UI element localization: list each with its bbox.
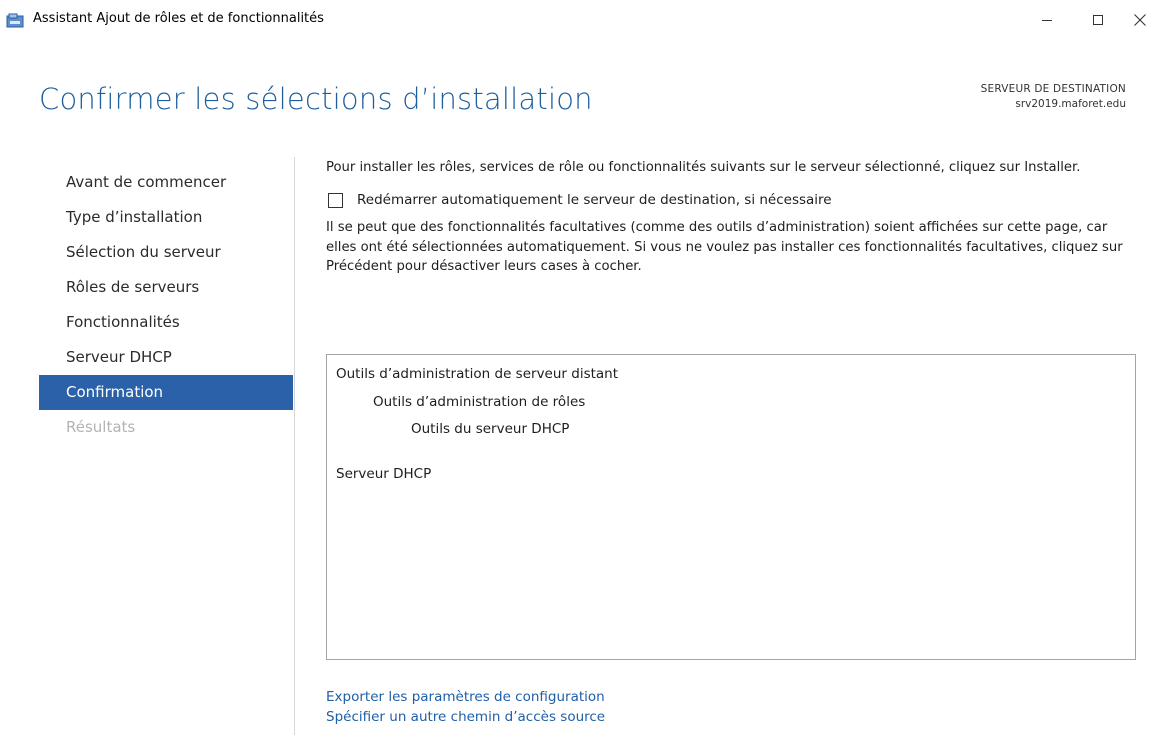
list-item: Serveur DHCP [336,466,432,482]
selections-list: Outils d’administration de serveur dista… [326,354,1136,660]
optional-features-notice: Il se peut que des fonctionnalités facul… [326,220,1123,274]
close-button[interactable] [1117,0,1156,40]
nav-item-serveur-dhcp[interactable]: Serveur DHCP [39,340,293,375]
destination-server-block: SERVEUR DE DESTINATION srv2019.maforet.e… [981,82,1126,112]
maximize-button[interactable] [1075,0,1121,40]
page-title: Confirmer les sélections d’installation [39,82,593,116]
list-item: Outils d’administration de serveur dista… [336,366,619,382]
destination-server-name: srv2019.maforet.edu [1015,98,1126,110]
nav-item-resultats: Résultats [66,418,136,436]
title-bar: Assistant Ajout de rôles et de fonctionn… [0,0,1156,40]
nav-item-type-installation[interactable]: Type d’installation [39,200,293,235]
wizard-steps-nav: Avant de commencer Type d’installation S… [39,165,293,445]
list-item: Outils d’administration de rôles [373,394,586,410]
restart-option-row[interactable]: Redémarrer automatiquement le serveur de… [326,190,1138,210]
close-icon [1134,14,1146,26]
maximize-icon [1093,15,1103,25]
nav-item-confirmation[interactable]: Confirmation [39,375,293,410]
list-item: Outils du serveur DHCP [411,421,570,437]
minimize-icon [1042,20,1052,21]
links-area: Exporter les paramètres de configuration… [326,687,605,727]
wizard-window: Assistant Ajout de rôles et de fonctionn… [0,0,1156,749]
alternate-source-link[interactable]: Spécifier un autre chemin d’accès source [326,707,605,727]
nav-item-selection-serveur[interactable]: Sélection du serveur [39,235,293,270]
minimize-button[interactable] [1024,0,1070,40]
restart-checkbox[interactable] [328,192,343,208]
nav-item-fonctionnalites[interactable]: Fonctionnalités [39,305,293,340]
main-content: Pour installer les rôles, services de rô… [326,158,1138,725]
export-config-link[interactable]: Exporter les paramètres de configuration [326,687,605,707]
window-title: Assistant Ajout de rôles et de fonctionn… [33,11,324,26]
nav-item-avant-de-commencer[interactable]: Avant de commencer [39,165,293,200]
intro-text: Pour installer les rôles, services de rô… [326,160,1081,175]
nav-divider [294,157,295,735]
destination-server-label: SERVEUR DE DESTINATION [980,83,1126,95]
restart-checkbox-label[interactable]: Redémarrer automatiquement le serveur de… [357,192,832,208]
nav-item-roles-serveurs[interactable]: Rôles de serveurs [39,270,293,305]
server-manager-icon [6,13,24,28]
